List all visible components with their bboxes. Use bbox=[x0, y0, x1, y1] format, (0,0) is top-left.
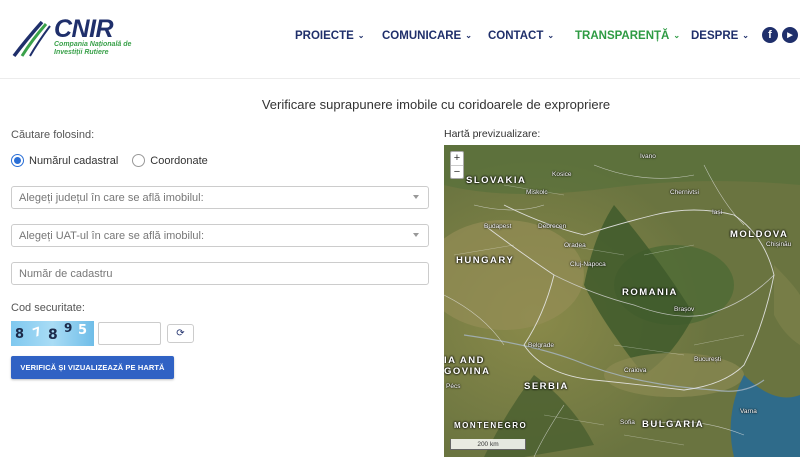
map-country-label: HUNGARY bbox=[456, 255, 515, 266]
map-city-label: Chernivtsi bbox=[670, 189, 699, 196]
radio-cadastral[interactable]: Numărul cadastral bbox=[11, 154, 118, 167]
map-country-label: IA AND bbox=[444, 355, 486, 366]
uat-select[interactable]: Alegeți UAT-ul în care se află imobilul: bbox=[11, 224, 429, 247]
nav-proiecte[interactable]: PROIECTE ⌄ bbox=[295, 30, 365, 42]
map-city-label: Cluj-Napoca bbox=[570, 261, 606, 268]
chevron-down-icon: ⌄ bbox=[357, 31, 365, 40]
search-mode-radios: Numărul cadastral Coordonate bbox=[11, 154, 222, 167]
map-country-label: SERBIA bbox=[524, 381, 569, 392]
radio-unchecked-icon[interactable] bbox=[132, 154, 146, 167]
captcha-char: 8 bbox=[15, 327, 25, 342]
uat-select-text: Alegeți UAT-ul în care se află imobilul: bbox=[19, 230, 205, 242]
captcha-char: 7 bbox=[30, 323, 44, 341]
preview-map[interactable]: + − SLOVAKIA HUNGARY ROMANIA MOLDOVA SER… bbox=[444, 145, 800, 457]
nav-label: CONTACT bbox=[488, 30, 544, 42]
refresh-captcha-button[interactable]: ⟳ bbox=[167, 324, 194, 343]
county-select[interactable]: Alegeți județul în care se află imobilul… bbox=[11, 186, 429, 209]
map-country-label: MONTENEGRO bbox=[454, 421, 528, 430]
security-code-label: Cod securitate: bbox=[11, 302, 85, 314]
logo-subtitle: Compania Națională de Investiții Rutiere bbox=[54, 41, 132, 56]
map-city-label: Oradea bbox=[564, 242, 586, 249]
nav-label: DESPRE bbox=[691, 30, 739, 42]
caret-down-icon bbox=[413, 195, 419, 199]
facebook-icon[interactable]: f bbox=[762, 27, 778, 43]
search-mode-label: Căutare folosind: bbox=[11, 129, 95, 141]
map-city-label: Craiova bbox=[624, 367, 647, 374]
map-city-label: Ivano bbox=[640, 153, 656, 160]
logo-road-icon bbox=[12, 20, 51, 58]
map-city-label: Budapest bbox=[484, 223, 512, 230]
map-country-label: MOLDOVA bbox=[730, 229, 789, 240]
caret-down-icon bbox=[413, 233, 419, 237]
county-select-text: Alegeți județul în care se află imobilul… bbox=[19, 192, 204, 204]
captcha-char: 5 bbox=[78, 323, 88, 338]
youtube-icon[interactable]: ▶ bbox=[782, 27, 798, 43]
logo-title: CNIR bbox=[54, 15, 114, 43]
nav-transparenta[interactable]: TRANSPARENȚĂ ⌄ bbox=[575, 30, 680, 42]
map-city-label: Debrecen bbox=[538, 223, 567, 230]
verify-button[interactable]: VERIFICĂ ȘI VIZUALIZEAZĂ PE HARTĂ bbox=[11, 356, 174, 379]
map-country-label: ROMANIA bbox=[622, 287, 678, 298]
cadastru-placeholder: Număr de cadastru bbox=[19, 268, 113, 280]
map-scale-bar: 200 km bbox=[450, 439, 526, 450]
map-country-label: GOVINA bbox=[444, 366, 491, 377]
cnir-logo[interactable]: CNIR Compania Națională de Investiții Ru… bbox=[12, 14, 132, 60]
radio-checked-icon[interactable] bbox=[11, 154, 24, 167]
cadastru-input[interactable]: Număr de cadastru bbox=[11, 262, 429, 285]
captcha-input[interactable] bbox=[98, 322, 161, 345]
chevron-down-icon: ⌄ bbox=[742, 31, 749, 40]
map-city-label: Pécs bbox=[446, 383, 461, 390]
map-country-label: BULGARIA bbox=[642, 419, 705, 430]
map-zoom-control: + − bbox=[450, 151, 464, 179]
zoom-in-button[interactable]: + bbox=[451, 152, 463, 165]
map-city-label: Sofia bbox=[620, 419, 635, 426]
nav-label: PROIECTE bbox=[295, 30, 354, 42]
nav-comunicare[interactable]: COMUNICARE ⌄ bbox=[382, 30, 472, 42]
radio-coordonate[interactable]: Coordonate bbox=[132, 154, 208, 167]
map-city-label: Varna bbox=[740, 408, 757, 415]
nav-label: COMUNICARE bbox=[382, 30, 462, 42]
chevron-down-icon: ⌄ bbox=[547, 31, 555, 40]
captcha-image: 8 7 8 9 5 bbox=[11, 321, 94, 346]
map-city-label: Chișinău bbox=[766, 241, 792, 248]
captcha-char: 8 bbox=[48, 327, 58, 343]
nav-contact[interactable]: CONTACT ⌄ bbox=[488, 30, 554, 42]
map-label: Hartă previzualizare: bbox=[444, 128, 541, 140]
page-title: Verificare suprapunere imobile cu corido… bbox=[261, 97, 611, 112]
map-city-label: Kosice bbox=[552, 171, 572, 178]
site-header: CNIR Compania Națională de Investiții Ru… bbox=[0, 0, 800, 78]
map-city-label: Miskolc bbox=[526, 189, 548, 196]
map-city-label: Brașov bbox=[674, 306, 695, 313]
refresh-icon: ⟳ bbox=[176, 328, 185, 339]
nav-despre[interactable]: DESPRE ⌄ bbox=[691, 30, 749, 42]
map-city-label: București bbox=[694, 356, 722, 363]
map-country-label: SLOVAKIA bbox=[466, 175, 527, 186]
captcha-char: 9 bbox=[64, 321, 73, 335]
radio-label: Numărul cadastral bbox=[29, 154, 119, 167]
chevron-down-icon: ⌄ bbox=[465, 31, 472, 40]
header-divider bbox=[0, 78, 800, 79]
nav-label: TRANSPARENȚĂ bbox=[575, 30, 670, 42]
map-city-label: Belgrade bbox=[528, 342, 555, 349]
chevron-down-icon: ⌄ bbox=[673, 31, 681, 40]
radio-label: Coordonate bbox=[150, 154, 208, 167]
map-city-label: Iași bbox=[712, 209, 723, 216]
zoom-out-button[interactable]: − bbox=[451, 165, 463, 178]
